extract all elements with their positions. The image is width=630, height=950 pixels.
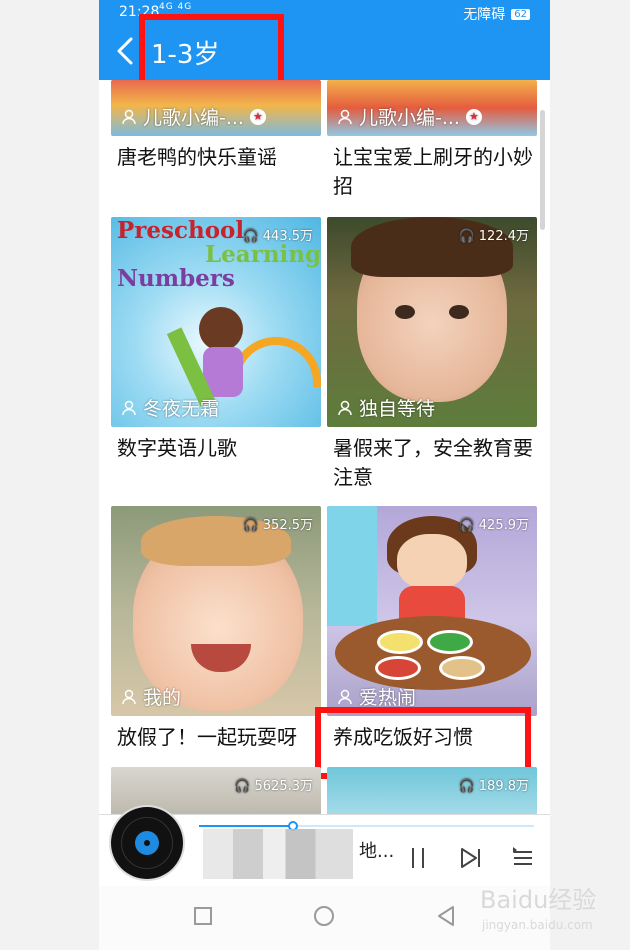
album-card[interactable]: 🎧 122.4万 独自等待 暑假来了，安全教育要注意	[327, 217, 537, 492]
album-thumbnail[interactable]: 🎧 122.4万 独自等待	[327, 217, 537, 427]
album-thumbnail[interactable]: 儿歌小编-... ★	[327, 80, 537, 136]
thumbnail-plate	[375, 656, 421, 680]
headphones-icon: 🎧	[242, 229, 259, 244]
user-icon	[338, 109, 352, 124]
author-name: 我的	[143, 687, 182, 709]
phone-screen: 21:28 4G 4G 无障碍 62 1-3岁 儿歌小编-... ★ 唐老鸭的快…	[99, 0, 550, 950]
album-thumbnail[interactable]: 儿歌小编-... ★	[111, 80, 321, 136]
thumbnail-plate	[439, 656, 485, 680]
album-author: 儿歌小编-... ★	[337, 103, 482, 130]
home-icon[interactable]	[310, 902, 338, 930]
play-count: 🎧 122.4万	[458, 229, 529, 244]
progress-bar[interactable]	[199, 821, 534, 831]
play-count: 🎧 5625.3万	[234, 779, 313, 794]
status-time: 21:28	[119, 4, 160, 20]
album-title[interactable]: 放假了！一起玩耍呀	[111, 723, 321, 752]
album-card[interactable]: 🎧 425.9万 爱热闹 养成吃饭好习惯	[327, 506, 537, 752]
user-icon	[338, 400, 352, 415]
author-name: 儿歌小编-...	[143, 107, 244, 129]
album-card[interactable]: 🎧 352.5万 我的 放假了！一起玩耍呀	[111, 506, 321, 752]
back-nav-icon[interactable]	[433, 902, 461, 930]
author-name: 独自等待	[359, 398, 436, 420]
scrollbar[interactable]	[540, 110, 545, 230]
play-count: 🎧 443.5万	[242, 229, 313, 244]
app-header: 21:28 4G 4G 无障碍 62 1-3岁	[99, 0, 550, 80]
album-thumbnail[interactable]: 🎧 352.5万 我的	[111, 506, 321, 716]
play-count: 🎧 425.9万	[458, 518, 529, 533]
track-name: 地...	[359, 841, 395, 862]
accessibility-status: 无障碍	[463, 7, 506, 23]
author-name: 冬夜无霜	[143, 398, 220, 420]
author-name: 爱热闹	[359, 687, 417, 709]
author-name: 儿歌小编-...	[359, 107, 460, 129]
album-title[interactable]: 养成吃饭好习惯	[327, 723, 537, 752]
verified-icon: ★	[465, 108, 482, 125]
album-title[interactable]: 数字英语儿歌	[111, 434, 321, 463]
user-icon	[338, 689, 352, 704]
album-thumbnail[interactable]: 🎧 425.9万 爱热闹	[327, 506, 537, 716]
headphones-icon: 🎧	[234, 779, 251, 794]
user-icon	[122, 109, 136, 124]
play-count: 🎧 352.5万	[242, 518, 313, 533]
album-card[interactable]: Preschool Learning Numbers 🎧 443.5万 冬夜无霜…	[111, 217, 321, 463]
playlist-icon[interactable]	[510, 845, 536, 871]
chevron-left-icon[interactable]	[113, 36, 139, 66]
page-margin-left	[0, 0, 99, 950]
status-right: 无障碍 62	[463, 4, 530, 24]
headphones-icon: 🎧	[242, 518, 259, 533]
album-title[interactable]: 暑假来了，安全教育要注意	[327, 434, 537, 492]
album-author: 独自等待	[337, 394, 435, 421]
album-card[interactable]: 儿歌小编-... ★ 让宝宝爱上刷牙的小妙招	[327, 80, 537, 201]
thumbnail-child-eye	[395, 305, 415, 319]
skip-next-icon[interactable]	[458, 845, 484, 871]
watermark-url: jingyan.baidu.com	[482, 918, 593, 932]
thumbnail-table	[335, 616, 531, 690]
pause-icon[interactable]	[405, 845, 431, 871]
page-margin-right	[550, 0, 630, 950]
album-disc[interactable]	[111, 807, 183, 879]
thumbnail-plate	[427, 630, 473, 654]
album-author: 我的	[121, 683, 181, 710]
album-card[interactable]: 🎧 189.8万	[327, 767, 537, 817]
verified-icon: ★	[249, 108, 266, 125]
album-title[interactable]: 让宝宝爱上刷牙的小妙招	[327, 143, 537, 201]
album-author: 儿歌小编-... ★	[121, 103, 266, 130]
album-author: 爱热闹	[337, 683, 416, 710]
headphones-icon: 🎧	[458, 229, 475, 244]
progress-fill	[199, 825, 293, 827]
album-author: 冬夜无霜	[121, 394, 219, 421]
album-card[interactable]: 儿歌小编-... ★ 唐老鸭的快乐童谣	[111, 80, 321, 172]
thumbnail-girl	[199, 307, 243, 351]
thumbnail-rainbow	[231, 337, 321, 387]
recent-apps-icon[interactable]	[189, 902, 217, 930]
watermark-brand: Baidu经验	[480, 886, 597, 914]
disc-hole	[144, 840, 150, 846]
album-title[interactable]: 唐老鸭的快乐童谣	[111, 143, 321, 172]
user-icon	[122, 689, 136, 704]
album-thumbnail[interactable]: 🎧 189.8万	[327, 767, 537, 817]
headphones-icon: 🎧	[458, 779, 475, 794]
battery-indicator: 62	[511, 8, 530, 20]
thumbnail-child-eye	[449, 305, 469, 319]
thumbnail-curtain	[327, 506, 377, 626]
user-icon	[122, 400, 136, 415]
thumbnail-girl-face	[397, 534, 467, 590]
headphones-icon: 🎧	[458, 518, 475, 533]
play-count: 🎧 189.8万	[458, 779, 529, 794]
page-title: 1-3岁	[151, 40, 220, 70]
thumbnail-plate	[377, 630, 423, 654]
album-thumbnail[interactable]: Preschool Learning Numbers 🎧 443.5万 冬夜无霜	[111, 217, 321, 427]
signal-indicator: 4G 4G	[159, 2, 193, 12]
mini-player[interactable]: 地...	[99, 807, 550, 886]
status-bar: 21:28 4G 4G 无障碍 62	[99, 0, 550, 26]
track-info-blurred	[203, 829, 353, 879]
